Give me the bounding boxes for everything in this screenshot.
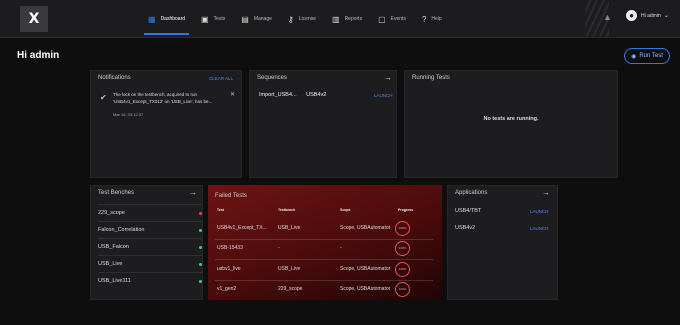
bench-name: 229_scope <box>98 210 125 216</box>
clear-all-button[interactable]: CLEAR ALL <box>209 76 233 81</box>
failed-test-bench: USB_Live <box>278 266 301 272</box>
running-tests-card: Running Tests No tests are running. <box>404 70 618 178</box>
nav-help[interactable]: ? Help <box>414 0 450 38</box>
nav-manage-label: Manage <box>253 16 272 22</box>
failed-test-scope: Scope, USBAutomator <box>340 266 391 272</box>
notifications-title: Notifications <box>98 75 131 81</box>
nav-license-label: License <box>298 16 316 22</box>
nav-dashboard[interactable]: ▦ Dashboard <box>140 0 193 38</box>
sequence-launch-button[interactable]: LAUNCH <box>374 93 393 98</box>
failed-test-bench: USB_Live <box>278 225 301 231</box>
top-bar: X ▦ Dashboard ▣ Tests ▤ Manage ⚷ License… <box>0 0 680 38</box>
failed-test-name[interactable]: USB-15433 <box>217 245 243 251</box>
arrow-right-icon[interactable]: → <box>189 188 197 197</box>
status-dot <box>199 211 202 215</box>
status-dot <box>199 262 202 266</box>
status-dot <box>199 279 202 283</box>
status-dot <box>199 245 202 249</box>
key-icon: ⚷ <box>287 14 294 24</box>
application-launch-button[interactable]: LAUNCH <box>530 226 549 231</box>
status-dot <box>199 228 202 232</box>
bench-name: USB_Live111 <box>98 278 131 284</box>
progress-ring: 100% <box>395 282 410 297</box>
failed-test-bench: 229_scope <box>278 286 303 292</box>
user-menu[interactable]: ● Hi admin ⌄ <box>626 10 669 21</box>
main-nav: ▦ Dashboard ▣ Tests ▤ Manage ⚷ License ▥… <box>140 0 450 38</box>
bench-name: USB_Falcon <box>98 244 129 250</box>
bench-name: USB_Live <box>98 261 123 267</box>
logo[interactable]: X <box>20 6 48 32</box>
progress-ring: 100% <box>395 241 410 256</box>
close-icon[interactable]: ✕ <box>230 91 235 98</box>
chevron-down-icon: ⌄ <box>663 13 669 19</box>
test-benches-title: Test Benches <box>98 190 135 196</box>
sequence-item[interactable]: Import_USB4... <box>259 92 297 98</box>
applications-title: Applications <box>455 190 488 196</box>
play-icon: ◉ <box>631 53 637 60</box>
progress-ring: 100% <box>395 221 410 236</box>
progress-ring: 100% <box>395 262 410 277</box>
run-test-button[interactable]: ◉ Run Test <box>624 48 670 64</box>
sequence-list: Import_USB4... USB4v2 <box>259 92 334 98</box>
bench-name: Falcon_Correlation <box>98 227 145 233</box>
col-header-progress: Progress <box>398 208 414 212</box>
running-tests-title: Running Tests <box>412 75 450 81</box>
nav-manage[interactable]: ▤ Manage <box>233 0 280 38</box>
failed-tests-title: Failed Tests <box>215 193 247 199</box>
bench-row[interactable]: USB_Falcon <box>98 238 202 255</box>
nav-reports-label: Reports <box>344 16 363 22</box>
applications-card: Applications → USB4/TBT LAUNCH USB4v2 LA… <box>447 185 558 300</box>
notifications-card: Notifications CLEAR ALL ✔ The lock on th… <box>90 70 242 178</box>
row-divider <box>215 259 433 260</box>
sequences-title: Sequences <box>257 75 288 81</box>
sequence-item[interactable]: USB4v2 <box>306 92 326 98</box>
col-header-test: Test <box>217 208 224 212</box>
avatar-icon: ● <box>626 10 637 21</box>
nav-reports[interactable]: ▥ Reports <box>324 0 370 38</box>
tests-icon: ▣ <box>201 14 209 24</box>
nav-events[interactable]: ▢ Events <box>370 0 414 38</box>
bench-row[interactable]: USB_Live111 <box>98 272 202 289</box>
bell-icon[interactable]: ▲ <box>603 12 612 22</box>
nav-tests[interactable]: ▣ Tests <box>193 0 233 38</box>
col-header-scope: Scope <box>340 208 351 212</box>
nav-license[interactable]: ⚷ License <box>280 0 324 38</box>
failed-tests-card: Failed Tests Test Testbench Scope Progre… <box>208 185 442 300</box>
arrow-right-icon[interactable]: → <box>384 73 392 82</box>
failed-test-scope: - <box>340 245 342 251</box>
col-header-testbench: Testbench <box>278 208 296 212</box>
nav-dashboard-label: Dashboard <box>160 16 186 22</box>
failed-test-name[interactable]: v1_gen2 <box>217 286 236 292</box>
events-icon: ▢ <box>378 14 386 24</box>
page-title: Hi admin <box>17 50 60 61</box>
notification-text: The lock on the testbench, acquired to r… <box>113 92 213 104</box>
row-divider <box>215 280 433 281</box>
dashboard-icon: ▦ <box>148 14 156 24</box>
bench-row[interactable]: Falcon_Correlation <box>98 221 202 238</box>
failed-test-name[interactable]: usbv1_live <box>217 266 241 272</box>
help-icon: ? <box>421 14 427 24</box>
bench-row[interactable]: 229_scope <box>98 204 202 221</box>
notification-time: Mar 16, 03:12:37 <box>113 112 144 117</box>
check-circle-icon: ✔ <box>100 93 107 102</box>
test-benches-card: Test Benches → 229_scope Falcon_Correlat… <box>90 185 203 300</box>
row-divider <box>215 239 433 240</box>
nav-tests-label: Tests <box>213 16 226 22</box>
sequences-card: Sequences → Import_USB4... USB4v2 LAUNCH <box>249 70 397 178</box>
empty-state: No tests are running. <box>483 116 539 122</box>
nav-help-label: Help <box>431 16 442 22</box>
failed-test-scope: Scope, USBAutomator <box>340 286 391 292</box>
manage-icon: ▤ <box>241 14 249 24</box>
run-test-label: Run Test <box>639 53 663 59</box>
application-launch-button[interactable]: LAUNCH <box>530 209 549 214</box>
failed-test-bench: - <box>278 245 280 251</box>
user-label: Hi admin <box>641 12 661 19</box>
arrow-right-icon[interactable]: → <box>542 188 550 197</box>
nav-events-label: Events <box>390 16 406 22</box>
failed-test-name[interactable]: USB4v1_Except_TX... <box>217 225 267 231</box>
failed-test-scope: Scope, USBAutomator <box>340 225 391 231</box>
bench-row[interactable]: USB_Live <box>98 255 202 272</box>
reports-icon: ▥ <box>332 14 340 24</box>
